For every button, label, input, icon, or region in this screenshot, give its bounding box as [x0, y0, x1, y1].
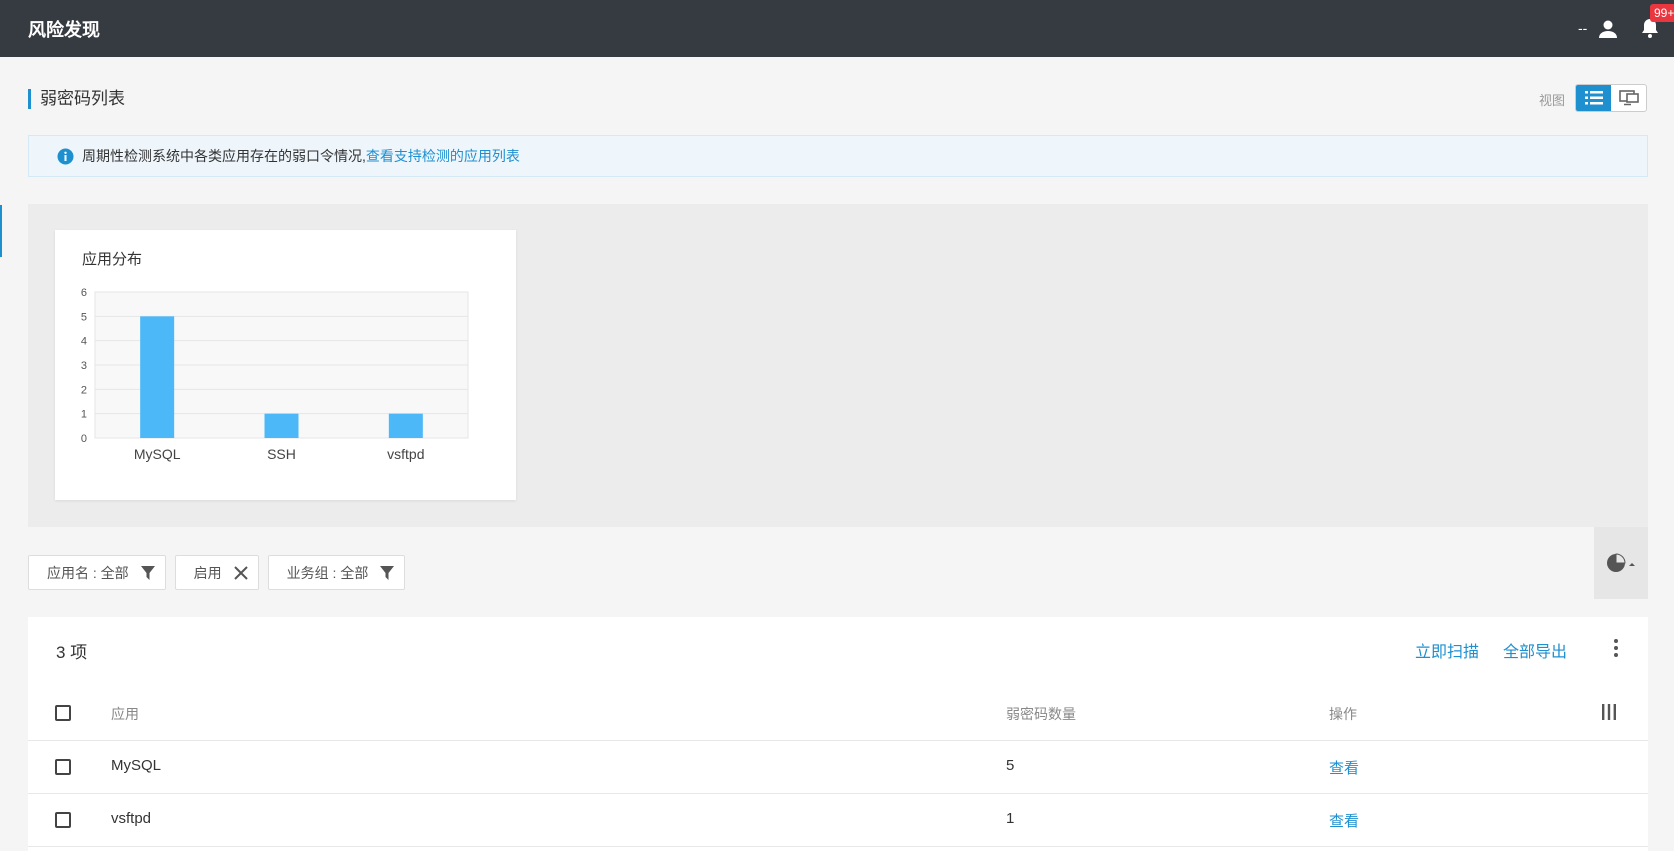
filter-app-name[interactable]: 应用名 : 全部: [28, 555, 166, 590]
filter-bar: 应用名 : 全部 启用 业务组 : 全部: [28, 555, 406, 590]
filter-enabled[interactable]: 启用: [174, 555, 259, 590]
user-icon[interactable]: [1596, 17, 1620, 41]
monitor-icon: [1618, 90, 1639, 106]
monitor-view-button[interactable]: [1611, 85, 1646, 111]
table-row: vsftpd 1 查看: [28, 794, 1648, 847]
x-tick-label: vsftpd: [387, 446, 424, 462]
left-nav-indicator: [0, 205, 2, 257]
filter-business-group[interactable]: 业务组 : 全部: [267, 555, 406, 590]
filter-label: 业务组 : 全部: [286, 564, 369, 581]
item-count: 3 项: [56, 643, 88, 662]
notification-badge: 99+: [1650, 4, 1674, 22]
app-distribution-chart: 应用分布 0 1 2 3 4 5 6 MySQL SSH vsftpd: [55, 230, 516, 500]
top-bar: 风险发现 -- 99+: [0, 0, 1674, 57]
cell-weak-count: 1: [1006, 810, 1015, 827]
filter-icon: [140, 565, 155, 580]
view-link[interactable]: 查看: [1329, 810, 1359, 831]
column-settings-icon[interactable]: [1600, 703, 1618, 721]
select-all-checkbox[interactable]: [55, 705, 71, 721]
cell-app: MySQL: [111, 757, 162, 774]
info-text: 周期性检测系统中各类应用存在的弱口令情况,: [82, 148, 366, 164]
column-header-operation: 操作: [1329, 706, 1357, 722]
x-tick-label: MySQL: [134, 446, 181, 462]
y-tick-label: 3: [81, 360, 87, 372]
close-icon[interactable]: [233, 565, 248, 580]
supported-apps-link[interactable]: 查看支持检测的应用列表: [366, 146, 520, 166]
scan-now-button[interactable]: 立即扫描: [1415, 638, 1479, 662]
filter-icon: [380, 565, 395, 580]
table-header: 应用 弱密码数量 操作: [28, 685, 1648, 741]
column-header-weak-count[interactable]: 弱密码数量: [1006, 704, 1076, 724]
bar: [140, 316, 175, 438]
section-title: 弱密码列表: [28, 89, 125, 109]
row-checkbox[interactable]: [55, 812, 71, 828]
pie-chart-icon: [1607, 553, 1635, 572]
bar: [264, 413, 299, 438]
y-tick-label: 1: [81, 409, 87, 421]
cell-app: vsftpd: [111, 810, 152, 827]
cell-weak-count: 5: [1006, 757, 1015, 774]
y-tick-label: 2: [81, 384, 87, 396]
filter-label: 启用: [193, 564, 222, 581]
list-view-button[interactable]: [1576, 85, 1611, 111]
info-icon: [57, 148, 74, 164]
export-all-button[interactable]: 全部导出: [1503, 638, 1567, 662]
view-link[interactable]: 查看: [1329, 757, 1359, 778]
pie-chart-toggle[interactable]: [1594, 527, 1648, 599]
row-checkbox[interactable]: [55, 759, 71, 775]
table-row: MySQL 5 查看: [28, 741, 1648, 794]
y-tick-label: 6: [81, 287, 87, 299]
x-tick-label: SSH: [267, 446, 296, 462]
y-tick-label: 0: [81, 433, 87, 445]
user-name[interactable]: --: [1578, 20, 1587, 36]
bar: [388, 413, 423, 438]
list-icon: [1584, 91, 1603, 105]
info-bar: 周期性检测系统中各类应用存在的弱口令情况, 查看支持检测的应用列表: [28, 135, 1648, 177]
column-header-app[interactable]: 应用: [111, 704, 139, 724]
weak-password-table: 3 项 立即扫描 全部导出 应用 弱密码数量 操作 MySQL 5 查看 vsf…: [28, 617, 1648, 851]
filter-label: 应用名 : 全部: [47, 564, 129, 581]
more-vertical-icon[interactable]: [1606, 637, 1626, 659]
view-label: 视图: [1539, 93, 1566, 108]
y-tick-label: 5: [81, 311, 87, 323]
bar-chart-svg: 0 1 2 3 4 5 6 MySQL SSH vsftpd: [81, 287, 469, 462]
page-header-title: 风险发现: [28, 20, 100, 40]
view-toggle: [1575, 84, 1647, 112]
y-tick-label: 4: [81, 336, 87, 348]
